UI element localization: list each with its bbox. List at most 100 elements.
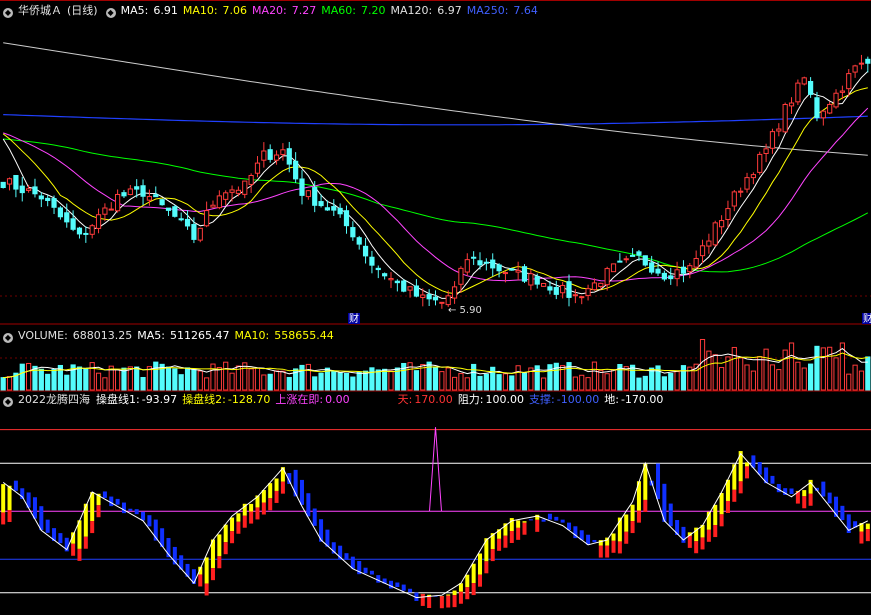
volume-bar — [788, 342, 795, 391]
volume-bar — [115, 369, 121, 391]
candle — [604, 268, 610, 286]
indicator-bar-up — [268, 483, 273, 499]
candle — [51, 198, 57, 208]
indicator-bar-down — [388, 580, 393, 589]
candle — [585, 288, 591, 296]
indicator-bar-red — [242, 515, 247, 528]
indicator-bar-down — [592, 539, 597, 543]
candle — [140, 185, 146, 197]
candle — [833, 92, 839, 108]
indicator-bar-up — [465, 574, 470, 588]
candle — [318, 201, 324, 207]
volume-bar — [401, 362, 407, 391]
volume-bar — [572, 376, 578, 391]
candle — [324, 207, 331, 211]
ma20-value: 7.27 — [291, 4, 317, 17]
indicator-bar-red — [71, 543, 76, 556]
candle — [598, 282, 604, 287]
chart-canvas: ← 5.90 财 财 — [0, 0, 871, 609]
indicator-bar-up — [732, 464, 737, 490]
candle — [223, 192, 229, 200]
candle — [521, 266, 528, 282]
volume-settings-icon[interactable]: ◆ — [3, 333, 13, 343]
candle — [356, 237, 362, 245]
candle — [674, 269, 680, 280]
indicator-bar-red — [217, 556, 222, 569]
ma10-label: MA10: — [182, 4, 218, 17]
volume-bar — [846, 373, 852, 391]
volume-bar — [591, 361, 598, 391]
indicator-settings-icon[interactable]: ◆ — [3, 397, 13, 407]
candle — [547, 286, 553, 291]
indicator-bar-red — [420, 593, 425, 606]
indicator-toggle-icon[interactable]: ◆ — [105, 8, 116, 18]
ma10-value: 7.06 — [222, 4, 248, 17]
candle — [439, 301, 445, 304]
indicator-bar-red — [261, 502, 266, 515]
indicator-bar-up — [516, 520, 521, 528]
ma60-line — [3, 138, 869, 273]
candle — [57, 207, 63, 218]
volume-bar — [204, 377, 210, 391]
candle — [649, 262, 655, 273]
indicator-line-1 — [2, 452, 869, 599]
volume-bar — [776, 369, 782, 391]
candle — [477, 260, 483, 266]
candle — [579, 296, 585, 299]
line2-value: -128.70 — [227, 393, 271, 406]
candle — [808, 80, 814, 95]
candle — [38, 195, 44, 200]
candle — [426, 294, 432, 300]
resist-label: 阻力: — [457, 393, 484, 406]
candle — [197, 227, 203, 241]
volume-bar — [95, 372, 102, 391]
volume-bar — [184, 367, 191, 391]
settings-icon[interactable]: ◆ — [3, 8, 13, 18]
volume-bar — [699, 338, 706, 391]
candle — [693, 258, 699, 268]
indicator-bar-red — [738, 481, 743, 494]
indicator-bar-down — [528, 519, 533, 521]
volume-bar — [521, 372, 528, 391]
candle — [216, 195, 222, 209]
indicator-bar-down — [656, 463, 661, 500]
volume-bar — [814, 345, 820, 391]
candle — [776, 128, 782, 132]
event-marker: 财 — [863, 312, 871, 325]
indicator-bar-up — [7, 485, 12, 510]
candle — [445, 295, 451, 306]
candle — [706, 240, 712, 247]
candle — [782, 104, 788, 133]
volume-bar — [19, 363, 25, 391]
indicator-name: 2022龙腾四海 — [18, 393, 90, 406]
candle — [858, 62, 865, 65]
volume-bar — [718, 367, 725, 391]
indicator-bar-red — [497, 538, 502, 551]
candle — [337, 207, 343, 215]
indicator-bar-red — [230, 531, 235, 544]
candle — [70, 218, 76, 230]
volume-bar — [331, 370, 337, 391]
candle — [45, 197, 51, 201]
candle — [134, 186, 140, 190]
volume-bar — [267, 373, 273, 391]
candle — [248, 174, 254, 185]
candle — [204, 210, 210, 227]
candle — [623, 258, 629, 261]
indicator-bar-red — [427, 596, 432, 609]
sky-value: 170.00 — [414, 393, 453, 406]
indicator-bar-up — [719, 493, 724, 515]
indicator-bar-down — [32, 497, 37, 519]
volume-bar — [445, 367, 451, 391]
candle — [210, 204, 216, 208]
indicator-bar-red — [439, 596, 444, 609]
indicator-bar-up — [522, 521, 527, 523]
volume-bar — [6, 376, 13, 391]
candle — [560, 284, 566, 294]
candle — [490, 259, 496, 269]
indicator-bar-red — [706, 529, 711, 542]
ma5-line — [2, 71, 869, 299]
volume-bar — [540, 377, 547, 391]
volume-bar — [858, 370, 865, 391]
volume-bar — [216, 367, 222, 391]
